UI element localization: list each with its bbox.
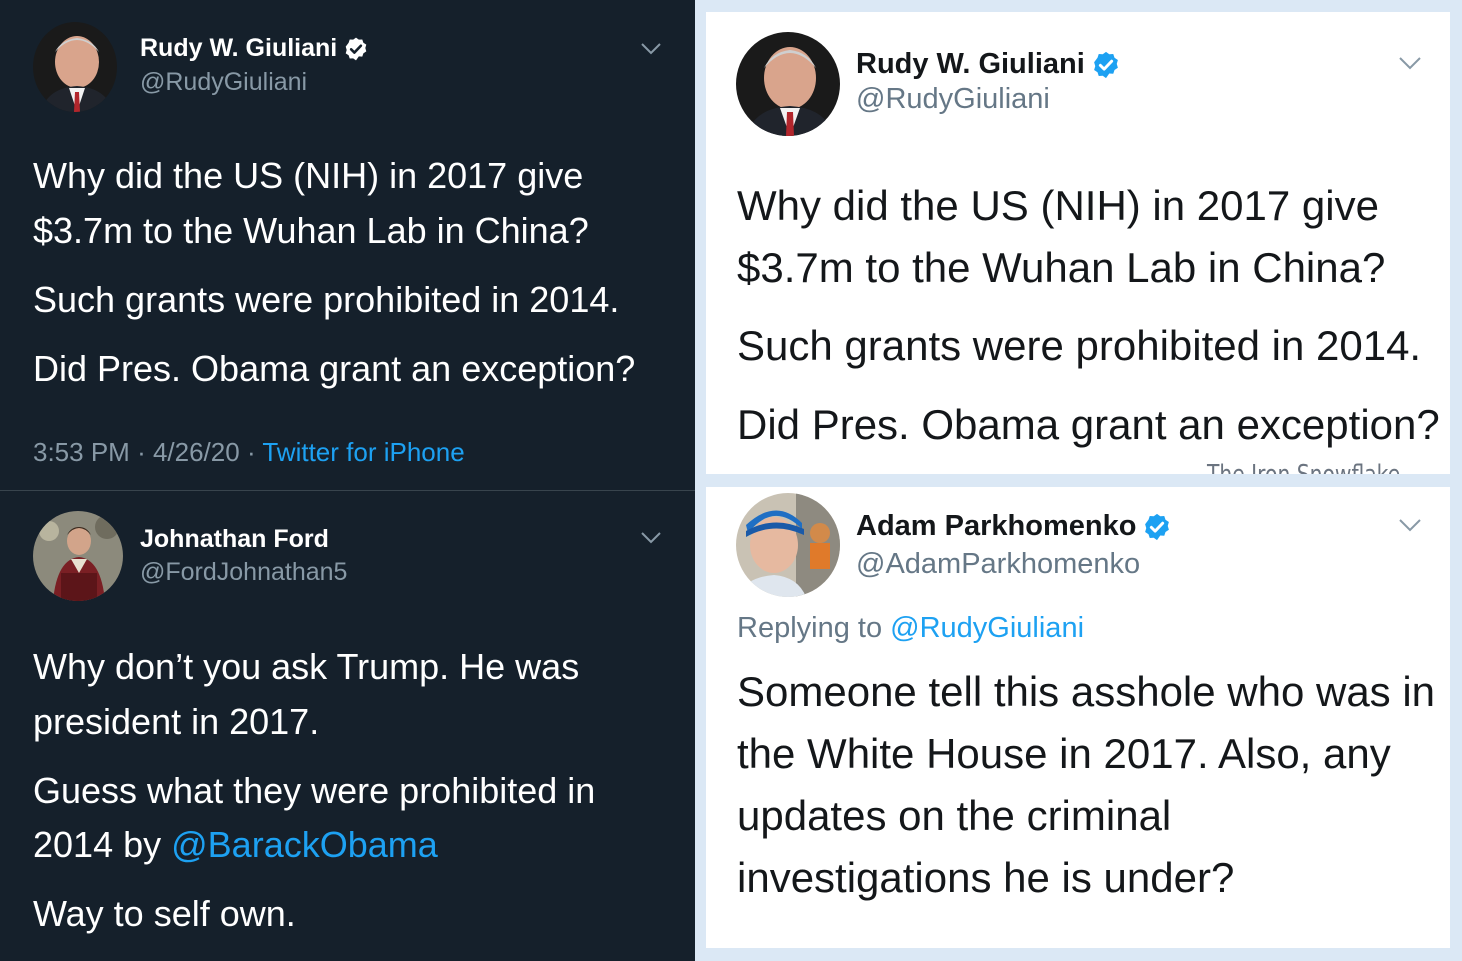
chevron-down-icon[interactable]	[640, 42, 662, 56]
chevron-down-icon[interactable]	[640, 531, 662, 545]
tweet-text-line: the White House in 2017. Also, any	[737, 730, 1391, 777]
user-handle[interactable]: @RudyGiuliani	[856, 83, 1050, 116]
verified-badge-icon	[343, 36, 369, 62]
tweet-text-line: Did Pres. Obama grant an exception?	[33, 348, 636, 389]
chevron-down-icon[interactable]	[1398, 56, 1422, 70]
replying-to: Replying to @RudyGiuliani	[737, 612, 1085, 644]
tweet-text-line: Why did the US (NIH) in 2017 give	[33, 155, 584, 196]
user-handle[interactable]: @RudyGiuliani	[140, 68, 307, 97]
tweet-text-line: Why don’t you ask Trump. He was	[33, 646, 580, 687]
verified-badge-icon	[1142, 512, 1172, 542]
user-handle[interactable]: @AdamParkhomenko	[856, 548, 1140, 581]
tweet-text-line: $3.7m to the Wuhan Lab in China?	[737, 244, 1386, 291]
display-name[interactable]: Adam Parkhomenko	[856, 510, 1172, 543]
tweet-time[interactable]: 3:53 PM	[33, 437, 130, 467]
tweet-text-line: updates on the criminal	[737, 792, 1172, 839]
tweet-text-line: Did Pres. Obama grant an exception?	[737, 401, 1440, 448]
display-name[interactable]: Rudy W. Giuliani	[856, 48, 1121, 81]
tweet-meta: 3:53 PM · 4/26/20 · Twitter for iPhone	[33, 437, 465, 468]
tweet-source-link[interactable]: Twitter for iPhone	[262, 437, 464, 467]
tweet-date[interactable]: 4/26/20	[153, 437, 240, 467]
display-name[interactable]: Johnathan Ford	[140, 525, 329, 554]
verified-badge-icon	[1091, 50, 1121, 80]
chevron-down-icon[interactable]	[1398, 518, 1422, 532]
tweet-text-line: Why did the US (NIH) in 2017 give	[737, 182, 1379, 229]
tweet-text-line: Such grants were prohibited in 2014.	[33, 279, 620, 320]
avatar[interactable]	[736, 493, 840, 597]
separator-dot: ·	[246, 437, 263, 467]
tweet-giuliani-light: Rudy W. Giuliani @RudyGiuliani Why did t…	[706, 12, 1450, 474]
tweet-text-line: 2014 by @BarackObama	[33, 824, 438, 865]
avatar[interactable]	[736, 32, 840, 136]
user-handle[interactable]: @FordJohnathan5	[140, 558, 347, 587]
tweet-parkhomenko-light: Adam Parkhomenko @AdamParkhomenko Replyi…	[706, 487, 1450, 948]
tweet-text-line: Way to self own.	[33, 893, 296, 934]
separator-dot: ·	[137, 437, 153, 467]
tweet-text-line: investigations he is under?	[737, 854, 1235, 901]
display-name[interactable]: Rudy W. Giuliani	[140, 34, 369, 63]
avatar[interactable]	[33, 511, 123, 601]
tweet-ford-dark: Johnathan Ford @FordJohnathan5 Why don’t…	[0, 491, 695, 961]
mention-link[interactable]: @RudyGiuliani	[890, 612, 1084, 644]
tweet-text-line: Such grants were prohibited in 2014.	[737, 322, 1422, 369]
watermark: The Iron Snowflake	[1207, 460, 1400, 474]
tweet-text-line: Someone tell this asshole who was in	[737, 668, 1436, 715]
tweet-text-line: $3.7m to the Wuhan Lab in China?	[33, 210, 589, 251]
mention-link[interactable]: @BarackObama	[171, 824, 438, 865]
tweet-giuliani-dark: Rudy W. Giuliani @RudyGiuliani Why did t…	[0, 0, 695, 490]
avatar[interactable]	[33, 22, 117, 112]
tweet-text-line: president in 2017.	[33, 701, 320, 742]
tweet-text-line: Guess what they were prohibited in	[33, 770, 596, 811]
